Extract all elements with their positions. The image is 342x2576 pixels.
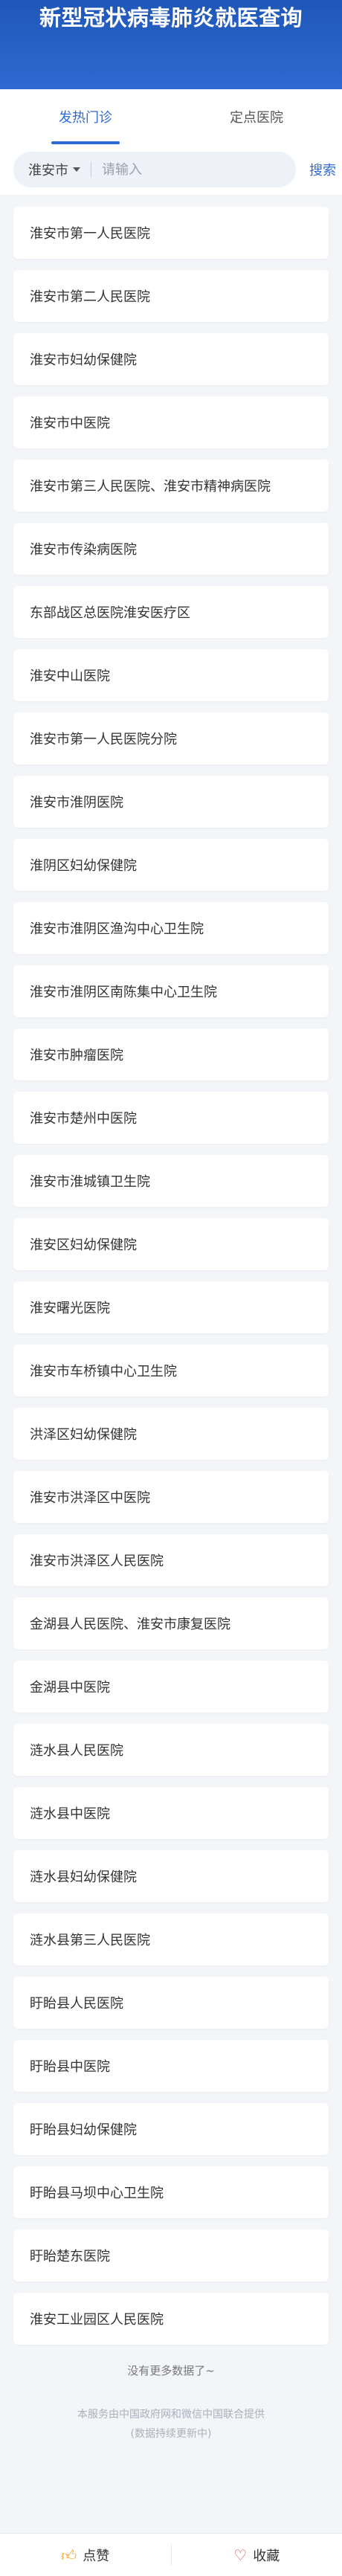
hospital-list-item[interactable]: 淮安市第一人民医院: [13, 207, 329, 259]
hospital-list-item[interactable]: 金湖县人民医院、淮安市康复医院: [13, 1597, 329, 1649]
city-selector[interactable]: 淮安市: [28, 160, 80, 179]
hospital-list-item[interactable]: 盱眙县中医院: [13, 2040, 329, 2092]
hospital-list-item[interactable]: 淮安市妇幼保健院: [13, 333, 329, 385]
hospital-list-item[interactable]: 涟水县第三人民医院: [13, 1913, 329, 1965]
hospital-list-item[interactable]: 淮安市洪泽区中医院: [13, 1471, 329, 1523]
hospital-list-item[interactable]: 盱眙县人民医院: [13, 1977, 329, 2029]
heart-icon: ♡: [233, 2546, 248, 2564]
hospital-list-item[interactable]: 淮安曙光医院: [13, 1281, 329, 1333]
hospital-list-item[interactable]: 淮阴区妇幼保健院: [13, 839, 329, 891]
bottom-action-bar: 👍︎ 点赞 ♡ 收藏: [0, 2533, 342, 2576]
page-header: 新型冠状病毒肺炎就医查询: [0, 0, 342, 89]
hospital-list-item[interactable]: 淮安区妇幼保健院: [13, 1218, 329, 1270]
caret-down-icon: [73, 167, 80, 172]
tab-fever-clinic[interactable]: 发热门诊: [0, 89, 171, 144]
hospital-list-item[interactable]: 涟水县妇幼保健院: [13, 1850, 329, 1902]
hospital-list-item[interactable]: 淮安市楚州中医院: [13, 1092, 329, 1144]
favorite-label: 收藏: [253, 2548, 280, 2564]
search-input[interactable]: [102, 161, 265, 178]
footer-line-1: 本服务由中国政府网和微信中国联合提供: [77, 2409, 265, 2421]
hospital-list-item[interactable]: 淮安市淮城镇卫生院: [13, 1155, 329, 1207]
list-end-text: 没有更多数据了~: [127, 2364, 215, 2377]
hospital-list-item[interactable]: 盱眙县马坝中心卫生院: [13, 2166, 329, 2218]
footer-note: 本服务由中国政府网和微信中国联合提供 (数据持续更新中): [0, 2405, 342, 2444]
hospital-list-item[interactable]: 淮安市淮阴医院: [13, 776, 329, 828]
hospital-list-item[interactable]: 淮安市中医院: [13, 396, 329, 448]
search-button[interactable]: 搜索: [309, 160, 336, 179]
hospital-list-item[interactable]: 淮安市淮阴区南陈集中心卫生院: [13, 965, 329, 1017]
hospital-list: 淮安市第一人民医院 淮安市第二人民医院 淮安市妇幼保健院 淮安市中医院 淮安市第三人民医…: [0, 195, 342, 2345]
hospital-list-item[interactable]: 淮安市淮阴区渔沟中心卫生院: [13, 902, 329, 954]
hospital-list-item[interactable]: 淮安市洪泽区人民医院: [13, 1534, 329, 1586]
hospital-list-item[interactable]: 金湖县中医院: [13, 1661, 329, 1713]
like-label: 点赞: [83, 2548, 110, 2564]
tab-designated-hospital[interactable]: 定点医院: [171, 89, 342, 144]
hospital-list-item[interactable]: 涟水县中医院: [13, 1787, 329, 1839]
thumbs-up-icon: 👍︎: [61, 2546, 77, 2564]
hospital-list-item[interactable]: 淮安市传染病医院: [13, 523, 329, 575]
footer-line-2: (数据持续更新中): [130, 2428, 212, 2440]
favorite-button[interactable]: ♡ 收藏: [172, 2534, 342, 2576]
hospital-list-item[interactable]: 洪泽区妇幼保健院: [13, 1408, 329, 1460]
tab-bar: 发热门诊 定点医院: [0, 89, 342, 144]
hospital-list-item[interactable]: 淮安中山医院: [13, 649, 329, 701]
city-label: 淮安市: [28, 163, 68, 178]
hospital-list-item[interactable]: 盱眙县妇幼保健院: [13, 2103, 329, 2155]
like-button[interactable]: 👍︎ 点赞: [0, 2534, 171, 2576]
hospital-list-item[interactable]: 淮安市第二人民医院: [13, 270, 329, 322]
hospital-list-item[interactable]: 淮安市第一人民医院分院: [13, 712, 329, 764]
search-bar: 淮安市 搜索: [0, 144, 342, 195]
hospital-list-item[interactable]: 淮安市第三人民医院、淮安市精神病医院: [13, 460, 329, 512]
hospital-list-item[interactable]: 东部战区总医院淮安医疗区: [13, 586, 329, 638]
search-box: 淮安市: [13, 152, 296, 187]
hospital-list-item[interactable]: 淮安市肿瘤医院: [13, 1028, 329, 1081]
hospital-list-item[interactable]: 涟水县人民医院: [13, 1724, 329, 1776]
hospital-list-item[interactable]: 盱眙楚东医院: [13, 2229, 329, 2282]
page-title: 新型冠状病毒肺炎就医查询: [39, 5, 303, 30]
hospital-list-item[interactable]: 淮安工业园区人民医院: [13, 2293, 329, 2345]
hospital-list-item[interactable]: 淮安市车桥镇中心卫生院: [13, 1345, 329, 1397]
